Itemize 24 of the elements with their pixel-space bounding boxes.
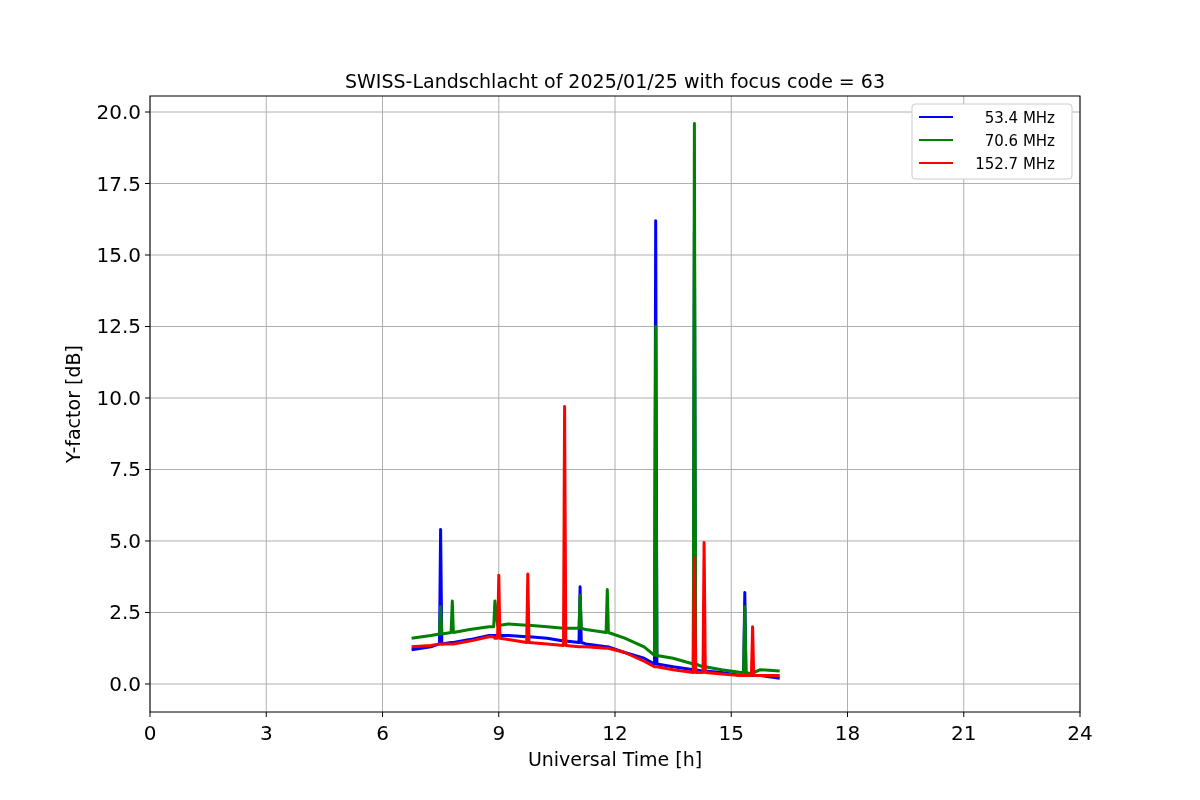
tick-label: 15.0 <box>96 243 141 267</box>
tick-label: 15 <box>718 721 744 745</box>
tick-label: 9 <box>492 721 506 745</box>
legend-label: 53.4 MHz <box>984 109 1055 127</box>
chart-title: SWISS-Landschlacht of 2025/01/25 with focus code = 63 <box>345 70 885 92</box>
tick-label: 6 <box>376 721 389 745</box>
tick-label: 0 <box>143 721 157 745</box>
tick-label: 5.0 <box>109 529 141 553</box>
legend-label: 70.6 MHz <box>984 132 1055 150</box>
tick-label: 10.0 <box>96 386 141 410</box>
y-axis-label: Y-factor [dB] <box>62 345 84 463</box>
legend-label: 152.7 MHz <box>975 155 1055 173</box>
tick-label: 12.5 <box>96 314 141 339</box>
tick-label: 17.5 <box>96 171 141 196</box>
tick-label: 0.0 <box>109 671 141 696</box>
tick-label: 2.5 <box>109 600 141 625</box>
tick-label: 3 <box>259 721 273 745</box>
tick-label: 24 <box>1067 721 1093 745</box>
tick-label: 18 <box>834 721 861 745</box>
tick-label: 20.0 <box>96 100 141 124</box>
x-axis-label: Universal Time [h] <box>527 748 703 770</box>
tick-label: 12 <box>602 721 628 745</box>
tick-label: 7.5 <box>109 457 141 482</box>
tick-label: 21 <box>951 721 977 745</box>
